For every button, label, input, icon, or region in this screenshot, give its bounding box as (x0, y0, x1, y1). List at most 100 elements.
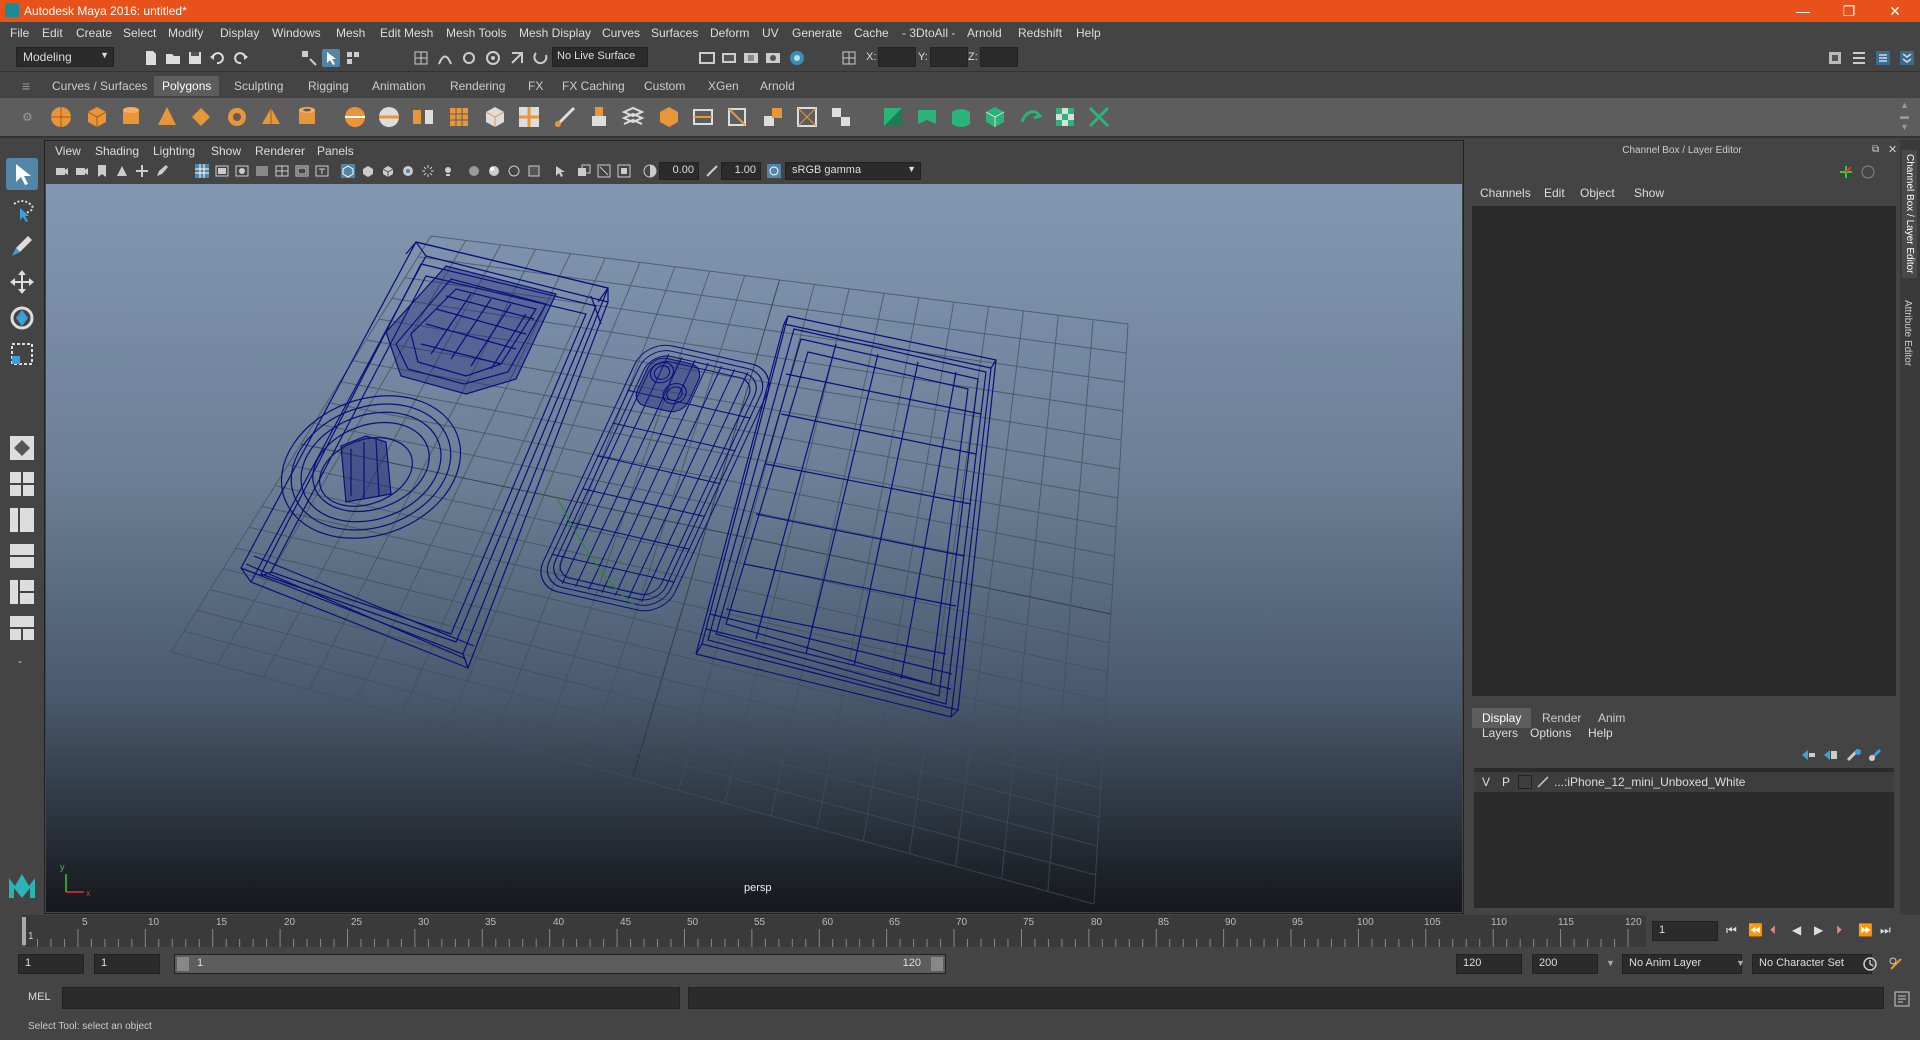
scene-end-field[interactable]: 200 (1532, 954, 1598, 974)
menu-generate[interactable]: Generate (792, 26, 842, 40)
playback-end-field[interactable]: 120 (1456, 954, 1522, 974)
save-scene-icon[interactable] (186, 49, 204, 67)
use-all-lights-icon[interactable] (421, 164, 435, 178)
insert-edge-loop-icon[interactable] (656, 104, 682, 130)
safe-action-icon[interactable] (295, 164, 309, 178)
menu-redshift[interactable]: Redshift (1018, 26, 1062, 40)
poly-pyramid-icon[interactable] (258, 104, 284, 130)
viewport-menu-shading[interactable]: Shading (95, 144, 139, 158)
play-forwards-icon[interactable]: ▶ (1814, 923, 1823, 937)
channel-box-toggle-icon[interactable] (1898, 49, 1916, 67)
reduce-icon[interactable] (482, 104, 508, 130)
offset-edge-loop-icon[interactable] (690, 104, 716, 130)
safe-title-icon[interactable] (315, 164, 329, 178)
camera-select-icon[interactable] (55, 164, 69, 178)
ipr-render-icon[interactable] (742, 49, 760, 67)
layer-display-type-toggle[interactable] (1518, 775, 1532, 789)
x-field[interactable] (878, 47, 916, 67)
bevel-icon[interactable] (516, 104, 542, 130)
snap-live-icon[interactable] (508, 49, 526, 67)
menu-mesh[interactable]: Mesh (336, 26, 365, 40)
shelf-tab-arnold[interactable]: Arnold (752, 76, 803, 96)
snap-curve-icon[interactable] (436, 49, 454, 67)
cb-menu-object[interactable]: Object (1580, 186, 1615, 200)
close-panel-icon[interactable]: ✕ (1888, 143, 1897, 156)
minimize-button[interactable]: — (1780, 0, 1826, 22)
xray-joints-icon[interactable] (597, 164, 611, 178)
render-current-icon[interactable] (720, 49, 738, 67)
script-language-label[interactable]: MEL (28, 991, 51, 1003)
target-weld-icon[interactable] (724, 104, 750, 130)
snap-view-plane-icon[interactable] (484, 49, 502, 67)
rotate-tool-icon[interactable] (6, 302, 38, 334)
layer-color-swatch-icon[interactable] (1536, 775, 1550, 789)
go-to-end-icon[interactable]: ⏭ (1880, 923, 1891, 938)
layer-row[interactable]: V P ...:iPhone_12_mini_Unboxed_White (1474, 772, 1894, 792)
shelf-tab-sculpting[interactable]: Sculpting (226, 76, 291, 96)
select-object-icon[interactable] (322, 49, 340, 67)
z-field[interactable] (980, 47, 1018, 67)
select-component-icon[interactable] (344, 49, 362, 67)
float-panel-icon[interactable]: ⧉ (1872, 144, 1879, 155)
poly-cone-icon[interactable] (154, 104, 180, 130)
shelf-tab-xgen[interactable]: XGen (700, 76, 747, 96)
layer-name[interactable]: ...:iPhone_12_mini_Unboxed_White (1554, 775, 1745, 789)
bridge-icon[interactable] (552, 104, 578, 130)
shelf-tab-fx[interactable]: FX (520, 76, 551, 96)
maximize-button[interactable]: ❐ (1826, 0, 1872, 22)
bookmark-icon[interactable] (95, 164, 109, 178)
attribute-editor-toggle-icon[interactable] (1850, 49, 1868, 67)
uv-editor-icon[interactable] (1086, 104, 1112, 130)
playback-start-field[interactable]: 1 (94, 954, 160, 974)
y-field[interactable] (930, 47, 968, 67)
step-back-frame-icon[interactable]: ⏪ (1748, 923, 1763, 937)
shelf-tab-rigging[interactable]: Rigging (300, 76, 357, 96)
tool-settings-icon[interactable] (1874, 49, 1892, 67)
separate-icon[interactable] (376, 104, 402, 130)
wireframe-on-shaded-icon[interactable] (381, 164, 395, 178)
slide-edge-icon[interactable] (828, 104, 854, 130)
play-backwards-icon[interactable]: ◀ (1792, 923, 1801, 937)
shelf-tab-curves-surfaces[interactable]: Curves / Surfaces (44, 76, 155, 96)
snap-point-icon[interactable] (460, 49, 478, 67)
hypershade-icon[interactable] (788, 49, 806, 67)
select-hierarchy-icon[interactable] (300, 49, 318, 67)
time-ruler[interactable]: 1 5 10 15 20 25 30 35 40 45 50 55 60 65 … (22, 915, 1646, 947)
chevron-down-icon[interactable]: ▼ (1736, 958, 1745, 968)
open-scene-icon[interactable] (164, 49, 182, 67)
menu-arnold[interactable]: Arnold (967, 26, 1002, 40)
wireframe-icon[interactable] (341, 164, 355, 178)
shelf-tab-fx-caching[interactable]: FX Caching (554, 76, 633, 96)
viewport-menu-lighting[interactable]: Lighting (153, 144, 195, 158)
shelf-menu-icon[interactable]: ≡ (22, 78, 30, 94)
menu-curves[interactable]: Curves (602, 26, 640, 40)
undo-icon[interactable] (208, 49, 226, 67)
exposure-field[interactable]: 0.00 (659, 162, 699, 180)
four-view-layout-icon[interactable] (8, 470, 36, 498)
shadows-icon[interactable] (441, 164, 455, 178)
script-editor-icon[interactable] (1894, 991, 1910, 1007)
motion-blur-icon[interactable] (487, 164, 501, 178)
menu-surfaces[interactable]: Surfaces (651, 26, 698, 40)
gamma-icon[interactable] (705, 164, 719, 178)
cb-menu-edit[interactable]: Edit (1544, 186, 1565, 200)
scene-start-field[interactable]: 1 (18, 954, 84, 974)
color-management-icon[interactable] (767, 164, 781, 178)
modeling-toolkit-icon[interactable] (1826, 49, 1844, 67)
viewport-menu-renderer[interactable]: Renderer (255, 144, 305, 158)
cb-menu-show[interactable]: Show (1634, 186, 1664, 200)
menu-deform[interactable]: Deform (710, 26, 749, 40)
new-scene-icon[interactable] (142, 49, 160, 67)
menu-uv[interactable]: UV (762, 26, 779, 40)
uv-unfold-icon[interactable] (1018, 104, 1044, 130)
animation-preferences-icon[interactable] (1888, 956, 1904, 972)
single-perspective-layout-icon[interactable] (8, 434, 36, 462)
auto-key-icon[interactable] (1862, 956, 1878, 972)
go-to-start-icon[interactable]: ⏮ (1726, 923, 1737, 938)
image-plane-icon[interactable] (115, 164, 129, 178)
shelf-scroll-icon[interactable]: ▲ ▬ ▼ (1900, 100, 1909, 133)
range-slider[interactable]: 1 120 (174, 954, 946, 974)
layer-tab-anim[interactable]: Anim (1588, 708, 1635, 728)
color-space-dropdown[interactable]: sRGB gamma ▼ (785, 162, 921, 180)
combine-icon[interactable] (342, 104, 368, 130)
